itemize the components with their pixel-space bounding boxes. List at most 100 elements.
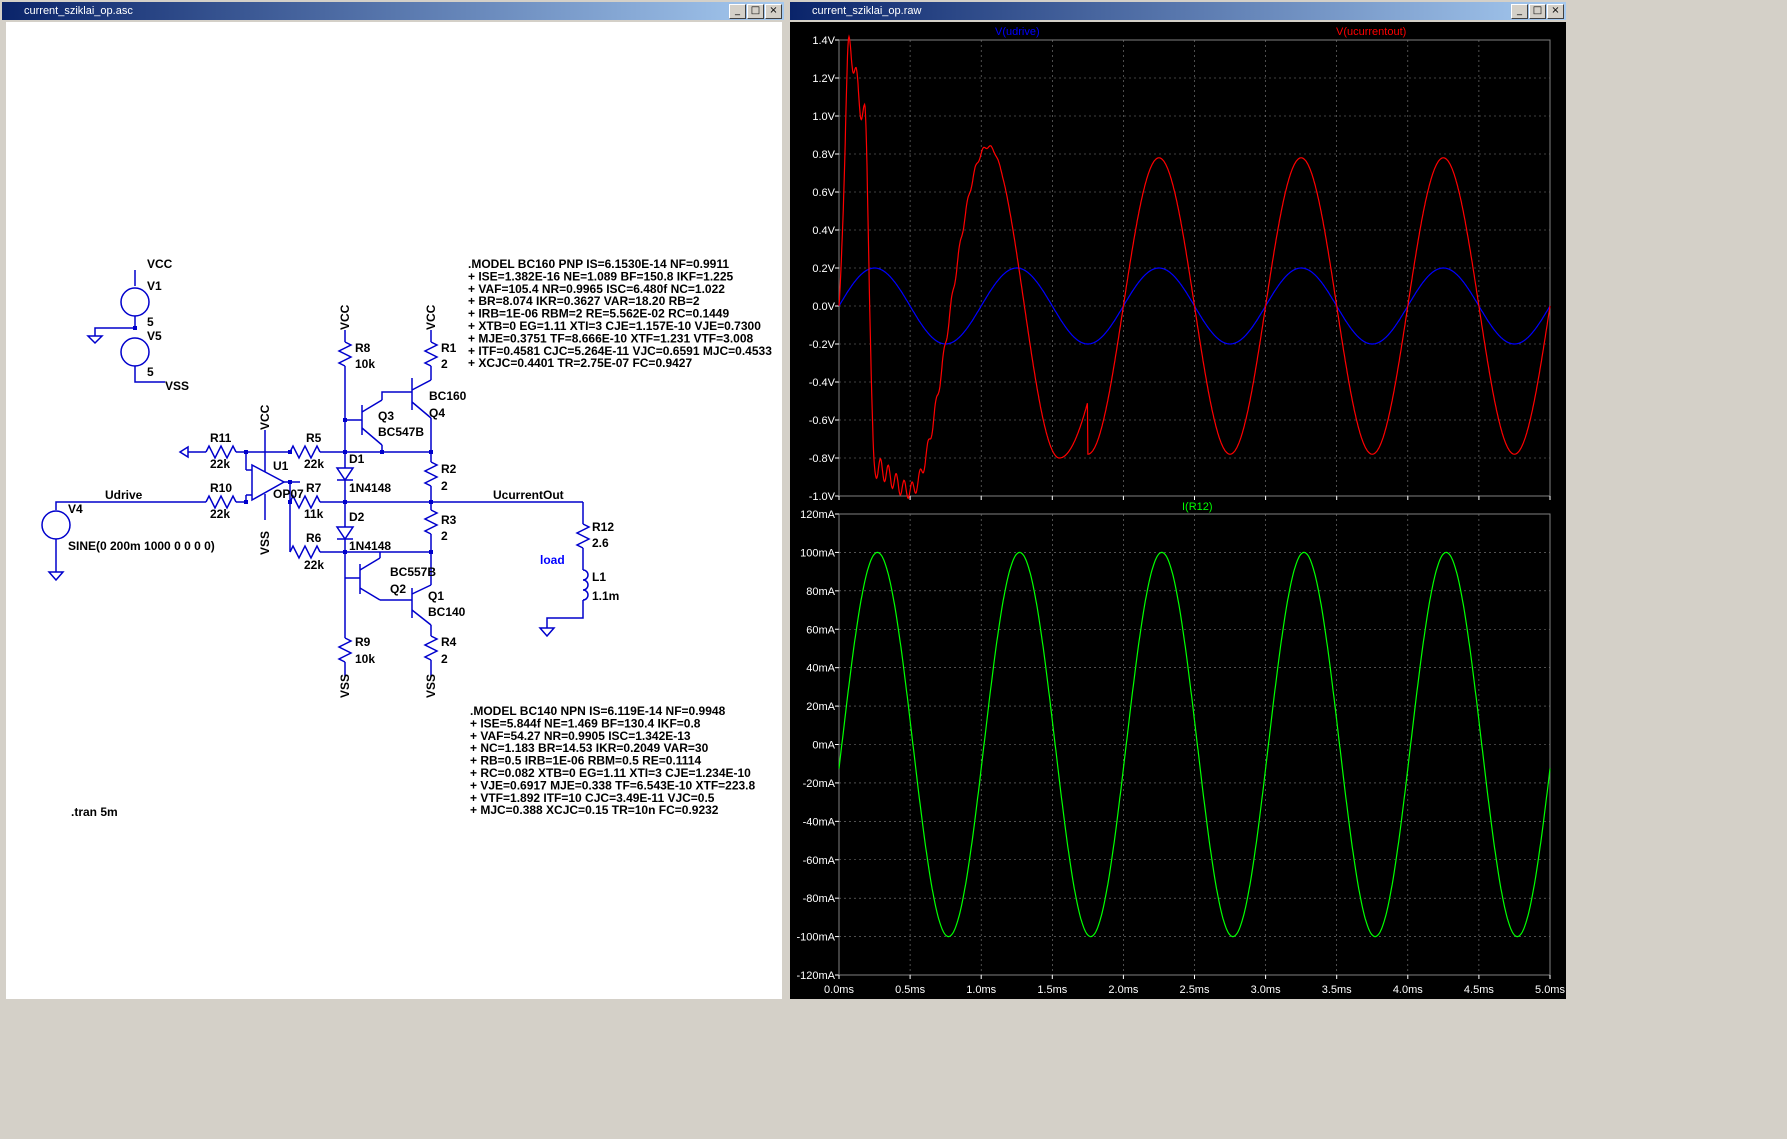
- current-plot-tick-label-y: 80mA: [806, 586, 835, 598]
- voltage-plot-tick-label-y: -0.8V: [809, 453, 836, 465]
- x-tick-label: 1.5ms: [1037, 984, 1067, 996]
- label-udrive: Udrive: [105, 488, 143, 502]
- voltage-plot-tick-label-y: 1.2V: [812, 73, 835, 85]
- label-load: load: [540, 553, 565, 567]
- label-r7-val: 11k: [304, 507, 324, 521]
- label-d1-model: 1N4148: [349, 481, 391, 495]
- label-op07: OP07: [273, 487, 304, 501]
- label-v1-val: 5: [147, 315, 154, 329]
- voltage-plot-tick-label-y: -1.0V: [809, 491, 836, 503]
- voltage-plot-tick-label-y: 0.0V: [812, 301, 835, 313]
- label-vcc-r8: VCC: [338, 304, 352, 330]
- label-r9-val: 10k: [355, 652, 375, 666]
- schematic-canvas[interactable]: VCC V1 5 V5 5 VSS R8 10k R1 2 VCC VCC BC…: [6, 22, 782, 999]
- label-v4-val: SINE(0 200m 1000 0 0 0 0): [68, 539, 215, 553]
- x-tick-label: 2.5ms: [1180, 984, 1210, 996]
- current-plot-tick-label-y: -60mA: [803, 855, 836, 867]
- label-bc160: BC160: [429, 389, 467, 403]
- label-v1: V1: [147, 279, 162, 293]
- label-u1: U1: [273, 459, 289, 473]
- x-tick-label: 0.5ms: [895, 984, 925, 996]
- waveform-canvas[interactable]: 1.4V 1.2V 1.0V 0.8V 0.6V 0.4V 0.2V 0.0V -0.2V -0.…: [790, 22, 1566, 999]
- voltage-plot-tick-label-y: -0.2V: [809, 339, 836, 351]
- x-tick-label: 0.0ms: [824, 984, 854, 996]
- current-plot-tick-label-y: -120mA: [796, 970, 835, 982]
- schematic-file-icon: [6, 4, 19, 17]
- label-r9: R9: [355, 635, 371, 649]
- legend-udrive[interactable]: V(udrive): [995, 26, 1040, 38]
- waveform-window: current_sziklai_op.raw _ □ × 1.4V 1.2V 1.0…: [788, 0, 1568, 999]
- voltage-plot-tick-label-y: -0.6V: [809, 415, 836, 427]
- label-v5-val: 5: [147, 365, 154, 379]
- current-plot: 120mA 100mA 80mA 60mA 40mA 20mA 0mA -20mA -40mA -…: [796, 509, 1551, 982]
- current-plot-tick-label-y: -100mA: [796, 932, 835, 944]
- label-q1: Q1: [428, 589, 444, 603]
- model-bc140-block: .MODEL BC140 NPN IS=6.119E-14 NF=0.9948+…: [470, 704, 756, 817]
- current-plot-tick-label-y: 120mA: [800, 509, 836, 521]
- current-plot-tick-label-y: -80mA: [803, 893, 836, 905]
- label-v4: V4: [68, 502, 83, 516]
- label-r2: R2: [441, 462, 457, 476]
- minimize-button[interactable]: _: [1511, 4, 1528, 19]
- label-r10: R10: [210, 481, 232, 495]
- label-r8-val: 10k: [355, 357, 375, 371]
- label-v5: V5: [147, 329, 162, 343]
- voltage-plot-tick-label-y: 1.0V: [812, 111, 835, 123]
- label-r1-val: 2: [441, 357, 448, 371]
- x-tick-label: 1.0ms: [966, 984, 996, 996]
- label-r6-val: 22k: [304, 558, 324, 572]
- label-vcc-u1: VCC: [258, 404, 272, 430]
- label-tran: .tran 5m: [71, 805, 118, 819]
- voltage-plot-tick-label-y: 0.8V: [812, 149, 835, 161]
- label-q2: Q2: [390, 582, 406, 596]
- label-vss-u1: VSS: [258, 531, 272, 555]
- maximize-button[interactable]: □: [747, 4, 764, 19]
- schematic-svg: VCC V1 5 V5 5 VSS R8 10k R1 2 VCC VCC BC…: [41, 257, 772, 819]
- label-r11-val: 22k: [210, 457, 230, 471]
- label-vcc-top: VCC: [147, 257, 173, 271]
- label-r3: R3: [441, 513, 457, 527]
- label-r12-val: 2.6: [592, 536, 609, 550]
- junction-dots: [133, 326, 433, 554]
- label-r4: R4: [441, 635, 457, 649]
- x-tick-label: 3.0ms: [1251, 984, 1281, 996]
- legend-ir12[interactable]: I(R12): [1182, 501, 1213, 513]
- x-tick-label: 3.5ms: [1322, 984, 1352, 996]
- label-vss-r4: VSS: [424, 674, 438, 698]
- label-r5: R5: [306, 431, 322, 445]
- label-r10-val: 22k: [210, 507, 230, 521]
- label-bc557b: BC557B: [390, 565, 436, 579]
- label-d1: D1: [349, 452, 365, 466]
- close-button[interactable]: ×: [1547, 4, 1564, 19]
- current-plot-tick-label-y: 40mA: [806, 663, 835, 675]
- label-q4: Q4: [429, 406, 445, 420]
- label-vcc-r1: VCC: [424, 304, 438, 330]
- waveform-titlebar[interactable]: current_sziklai_op.raw _ □ ×: [790, 2, 1566, 20]
- label-r2-val: 2: [441, 479, 448, 493]
- model-bc140-line: + MJC=0.388 XCJC=0.15 TR=10n FC=0.9232: [470, 803, 719, 817]
- close-button[interactable]: ×: [765, 4, 782, 19]
- label-r5-val: 22k: [304, 457, 324, 471]
- schematic-window: current_sziklai_op.asc _ □ × VCC V1 5 V5…: [0, 0, 786, 999]
- legend-ucurrentout[interactable]: V(ucurrentout): [1336, 26, 1406, 38]
- voltage-plot-tick-label-y: -0.4V: [809, 377, 836, 389]
- label-ucurrentout: UcurrentOut: [493, 488, 564, 502]
- label-vss-top: VSS: [165, 379, 189, 393]
- label-r6: R6: [306, 531, 322, 545]
- current-plot-tick-label-y: -20mA: [803, 778, 836, 790]
- x-tick-label: 4.5ms: [1464, 984, 1494, 996]
- x-tick-label: 5.0ms: [1535, 984, 1565, 996]
- label-r1: R1: [441, 341, 457, 355]
- maximize-button[interactable]: □: [1529, 4, 1546, 19]
- voltage-plot-tick-label-y: 0.4V: [812, 225, 835, 237]
- minimize-button[interactable]: _: [729, 4, 746, 19]
- waveform-file-icon: [794, 4, 807, 17]
- label-d2-model: 1N4148: [349, 539, 391, 553]
- schematic-titlebar[interactable]: current_sziklai_op.asc _ □ ×: [2, 2, 784, 20]
- x-tick-label: 4.0ms: [1393, 984, 1423, 996]
- waveform-svg: 1.4V 1.2V 1.0V 0.8V 0.6V 0.4V 0.2V 0.0V -0.2V -0.…: [796, 26, 1565, 996]
- model-bc160-block: .MODEL BC160 PNP IS=6.1530E-14 NF=0.9911…: [468, 257, 772, 370]
- label-d2: D2: [349, 510, 365, 524]
- label-l1: L1: [592, 570, 606, 584]
- label-r11: R11: [210, 431, 232, 445]
